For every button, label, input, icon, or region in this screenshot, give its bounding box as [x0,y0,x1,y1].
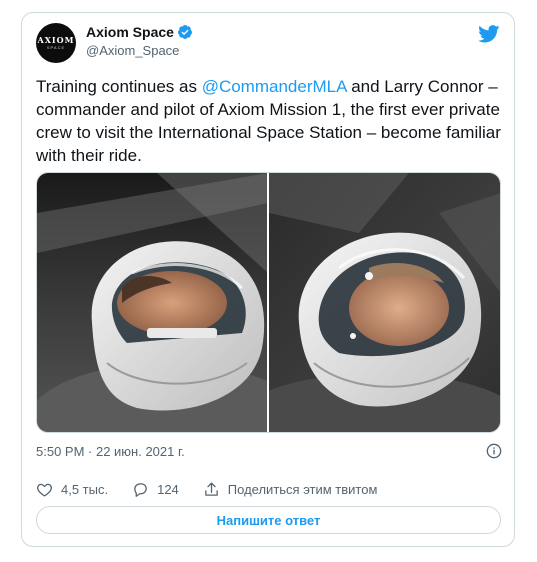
info-icon[interactable] [486,443,502,459]
author-name[interactable]: Axiom Space [86,24,174,40]
photo-commander-in-helmet[interactable] [37,173,269,432]
tweet-timestamp[interactable]: 5:50 PM · 22 июн. 2021 г. [36,444,185,459]
heart-icon [37,483,52,497]
mention-link[interactable]: @CommanderMLA [202,77,347,96]
share-button[interactable]: Поделиться этим твитом [203,481,378,498]
verified-badge-icon [177,25,192,39]
tweet-text: Training continues as @CommanderMLA and … [36,75,506,167]
like-count: 4,5 тыс. [61,481,109,497]
meta-row: 5:50 PM · 22 июн. 2021 г. [36,441,502,461]
comment-icon [134,482,147,497]
share-icon [204,481,218,496]
photo-pilot-in-helmet[interactable] [269,173,500,432]
like-button[interactable]: 4,5 тыс. [36,481,108,498]
avatar[interactable]: AXIOM SPACE [36,23,76,63]
avatar-logo-text: AXIOM [37,35,75,45]
avatar-logo-subtext: SPACE [46,45,66,50]
twitter-bird-icon[interactable] [478,25,500,43]
author-handle[interactable]: @Axiom_Space [86,43,193,58]
tweet-text-start: Training continues as [36,77,202,96]
share-label: Поделиться этим твитом [227,481,378,497]
reply-button[interactable]: Напишите ответ [36,506,501,534]
tweet-card: AXIOM SPACE Axiom Space @Axiom_Space Tra… [21,12,515,547]
author-name-row: Axiom Space [86,23,193,41]
reply-count: 124 [157,481,179,497]
author-block: Axiom Space @Axiom_Space [86,23,193,58]
action-bar: 4,5 тыс. 124 Поделиться этим твитом [36,479,401,499]
media-grid [36,172,501,433]
reply-count-button[interactable]: 124 [132,481,179,498]
